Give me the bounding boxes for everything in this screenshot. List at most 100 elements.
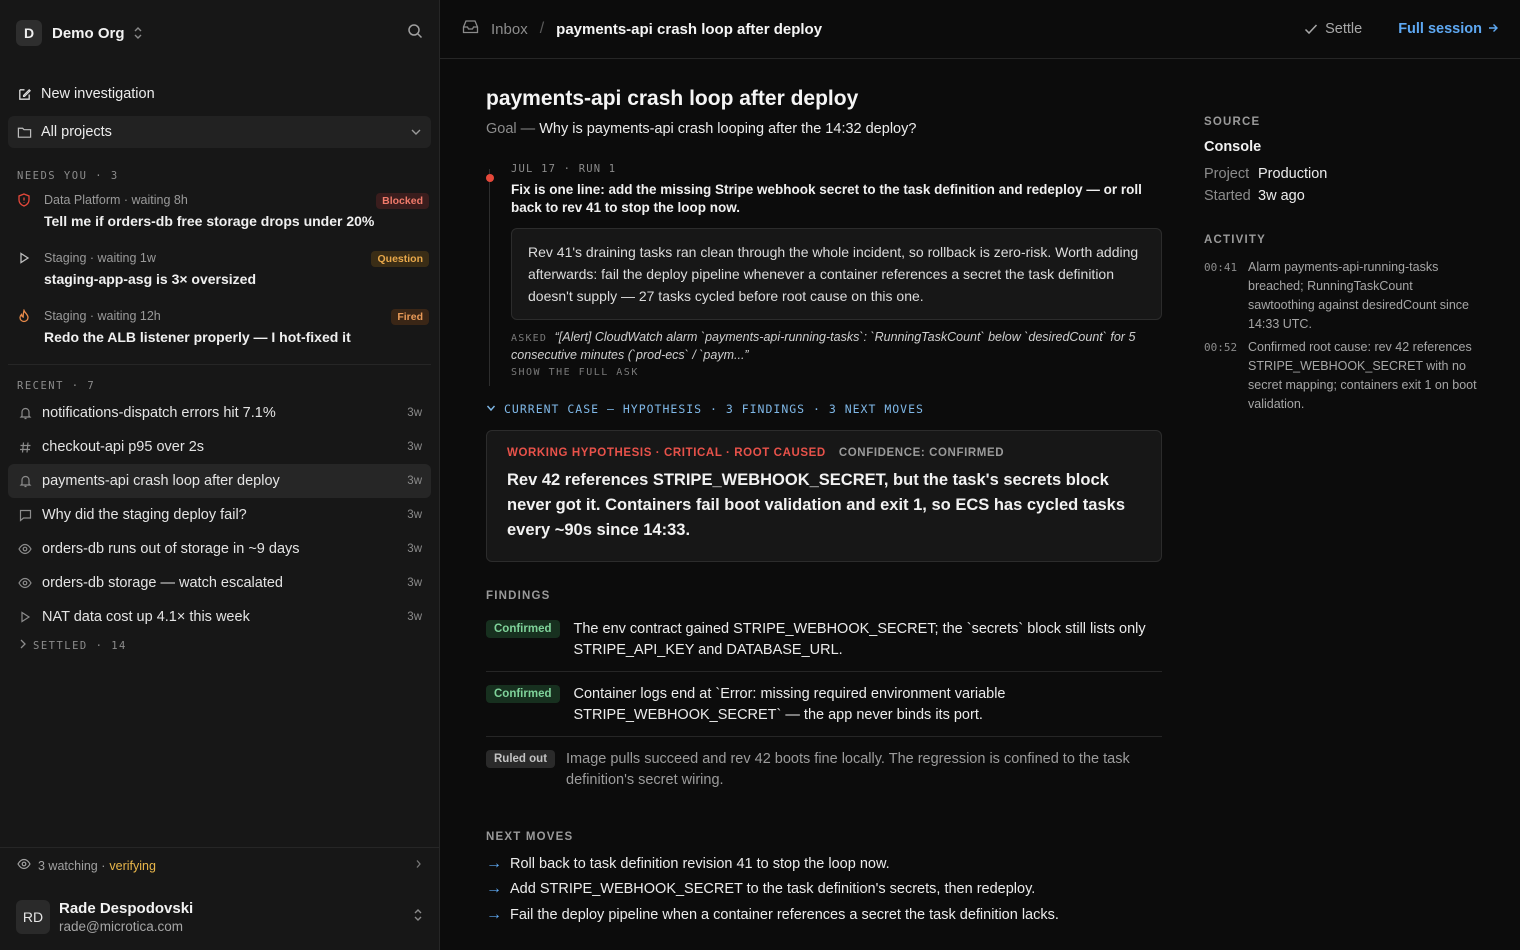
goal: Goal — Why is payments-api crash looping…: [486, 121, 1162, 137]
eye-icon: [17, 543, 33, 555]
recent-item[interactable]: NAT data cost up 4.1× this week 3w: [8, 600, 431, 634]
asked-label: ASKED: [511, 333, 548, 344]
hash-icon: [17, 441, 33, 454]
finding-row: Confirmed The env contract gained STRIPE…: [486, 607, 1162, 672]
next-move-item: → Add STRIPE_WEBHOOK_SECRET to the task …: [486, 877, 1162, 903]
watching-status: verifying: [109, 858, 156, 873]
recent-item-age: 3w: [407, 543, 422, 555]
eye-icon: [17, 577, 33, 589]
activity-item: 00:41 Alarm payments-api-running-tasks b…: [1204, 258, 1504, 334]
finding-status-badge: Ruled out: [486, 750, 556, 768]
activity-time: 00:41: [1204, 261, 1238, 274]
recent-item-label: orders-db storage — watch escalated: [42, 575, 283, 591]
settled-header: SETTLED · 14: [33, 639, 127, 652]
settle-button[interactable]: Settle: [1304, 21, 1362, 37]
arrow-right-icon: →: [486, 880, 502, 898]
watching-bar[interactable]: 3 watching · verifying: [0, 847, 439, 883]
finding-row: Confirmed Container logs end at `Error: …: [486, 672, 1162, 737]
page-title: payments-api crash loop after deploy: [486, 87, 859, 110]
status-badge: Question: [371, 251, 429, 267]
started-value: 3w ago: [1258, 188, 1305, 204]
needs-you-title: Tell me if orders-db free storage drops …: [44, 213, 375, 229]
recent-item[interactable]: orders-db runs out of storage in ~9 days…: [8, 532, 431, 566]
run-status-dot: [486, 174, 494, 182]
finding-status-badge: Confirmed: [486, 685, 560, 703]
recent-item-age: 3w: [407, 407, 422, 419]
breadcrumb-separator: /: [539, 20, 545, 37]
user-menu[interactable]: RD Rade Despodovski rade@microtica.com: [0, 884, 439, 950]
activity-text: Confirmed root cause: rev 42 references …: [1248, 340, 1477, 411]
next-moves-header: NEXT MOVES: [486, 831, 574, 843]
org-name: Demo Org: [52, 24, 125, 42]
started-row: Started 3w ago: [1204, 188, 1504, 204]
main-content: Inbox / payments-api crash loop after de…: [440, 0, 1520, 950]
bell-icon: [17, 406, 33, 420]
new-investigation-button[interactable]: New investigation: [8, 78, 431, 110]
bell-icon: [17, 474, 33, 488]
recent-item[interactable]: notifications-dispatch errors hit 7.1% 3…: [8, 396, 431, 430]
needs-you-context: Staging · waiting 1w: [44, 251, 156, 265]
hypothesis-text: Rev 42 references STRIPE_WEBHOOK_SECRET,…: [507, 471, 1126, 539]
sidebar: D Demo Org New investigation All project…: [0, 0, 440, 950]
activity-list: 00:41 Alarm payments-api-running-tasks b…: [1204, 258, 1504, 414]
source-value: Console: [1204, 139, 1262, 155]
arrow-right-icon: [1488, 22, 1498, 36]
settled-toggle[interactable]: SETTLED · 14: [0, 639, 439, 652]
next-move-text: Fail the deploy pipeline when a containe…: [510, 906, 1059, 923]
needs-you-item[interactable]: Data Platform · waiting 8h Tell me if or…: [0, 182, 439, 240]
search-icon[interactable]: [407, 23, 423, 44]
recent-item-age: 3w: [407, 611, 422, 623]
needs-you-header: NEEDS YOU · 3: [17, 170, 119, 182]
finding-status-badge: Confirmed: [486, 620, 560, 638]
org-avatar: D: [16, 20, 42, 46]
full-session-button[interactable]: Full session: [1398, 21, 1498, 37]
activity-text: Alarm payments-api-running-tasks breache…: [1248, 260, 1469, 331]
avatar: RD: [16, 900, 50, 934]
run-entry: JUL 17 · RUN 1 Fix is one line: add the …: [486, 163, 1162, 386]
user-email: rade@microtica.com: [59, 919, 183, 934]
findings-list: Confirmed The env contract gained STRIPE…: [486, 607, 1162, 801]
recent-item-age: 3w: [407, 509, 422, 521]
status-badge: Blocked: [376, 193, 429, 209]
message-icon: [17, 509, 33, 522]
findings-header: FINDINGS: [486, 590, 551, 602]
recent-item[interactable]: payments-api crash loop after deploy 3w: [8, 464, 431, 498]
recent-item[interactable]: orders-db storage — watch escalated 3w: [8, 566, 431, 600]
asked-quote: ASKED “[Alert] CloudWatch alarm `payment…: [511, 329, 1162, 364]
recent-item[interactable]: checkout-api p95 over 2s 3w: [8, 430, 431, 464]
needs-you-item[interactable]: Staging · waiting 12h Redo the ALB liste…: [0, 298, 439, 356]
recent-item-label: checkout-api p95 over 2s: [42, 439, 205, 455]
watching-count: 3 watching ·: [38, 858, 106, 873]
recent-item-label: payments-api crash loop after deploy: [42, 473, 280, 489]
divider: [8, 364, 431, 365]
timeline-line: [489, 169, 490, 386]
top-bar: Inbox / payments-api crash loop after de…: [440, 0, 1520, 59]
eye-icon: [17, 858, 31, 873]
started-key: Started: [1204, 188, 1251, 204]
breadcrumb-current: payments-api crash loop after deploy: [556, 20, 823, 38]
current-case-toggle[interactable]: CURRENT CASE — HYPOTHESIS · 3 FINDINGS ·…: [486, 402, 1162, 416]
breadcrumb-inbox[interactable]: Inbox: [491, 21, 528, 38]
recent-item-label: Why did the staging deploy fail?: [42, 507, 247, 523]
org-switcher[interactable]: D Demo Org: [0, 0, 439, 66]
run-detail: Rev 41's draining tasks ran clean throug…: [511, 228, 1162, 320]
activity-time: 00:52: [1204, 341, 1238, 354]
next-move-item: → Fail the deploy pipeline when a contai…: [486, 902, 1162, 928]
finding-text: Container logs end at `Error: missing re…: [573, 686, 1006, 723]
goal-text: Why is payments-api crash looping after …: [539, 121, 917, 137]
next-move-item: → Roll back to task definition revision …: [486, 851, 1162, 877]
projects-filter[interactable]: All projects: [8, 116, 431, 148]
show-full-ask-link[interactable]: SHOW THE FULL ASK: [511, 367, 1162, 378]
chevron-right-icon: [415, 859, 422, 872]
recent-item-label: orders-db runs out of storage in ~9 days: [42, 541, 300, 557]
details-panel: SOURCE Console Project Production Starte…: [1204, 59, 1504, 418]
arrow-right-icon: →: [486, 905, 502, 923]
chevron-up-down-icon: [413, 908, 423, 927]
folder-icon: [17, 127, 32, 138]
flame-icon: [17, 309, 35, 323]
needs-you-item[interactable]: Staging · waiting 1w staging-app-asg is …: [0, 240, 439, 298]
run-summary: Fix is one line: add the missing Stripe …: [511, 182, 1142, 215]
project-value: Production: [1258, 166, 1328, 182]
needs-you-context: Data Platform · waiting 8h: [44, 193, 188, 207]
recent-item[interactable]: Why did the staging deploy fail? 3w: [8, 498, 431, 532]
